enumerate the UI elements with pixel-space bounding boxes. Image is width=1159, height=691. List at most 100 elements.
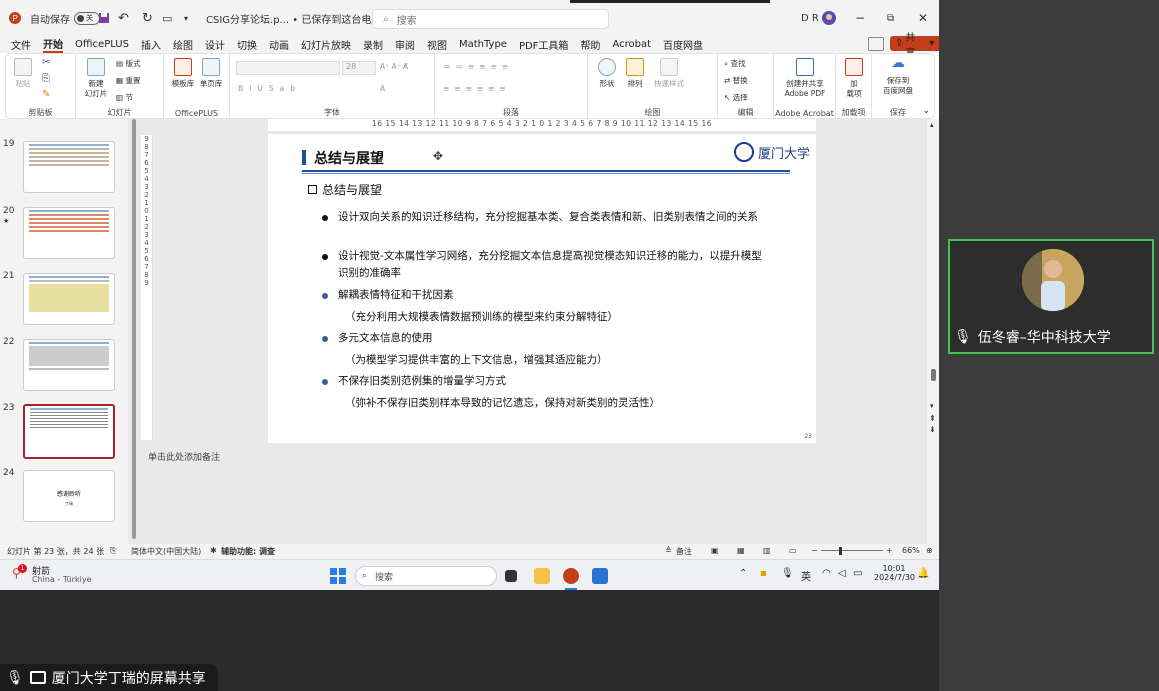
slide-thumb-20[interactable] <box>23 207 115 259</box>
save-icon[interactable] <box>98 0 110 36</box>
format-painter-icon[interactable]: ✎ <box>42 90 50 100</box>
tab-slideshow[interactable]: 幻灯片放映 <box>301 37 351 52</box>
tab-view[interactable]: 视图 <box>427 37 447 52</box>
editor-scrollbar[interactable]: ▴ ▾ ⇞ ⇟ <box>927 119 939 544</box>
single-page-library-button[interactable]: 单页库 <box>198 58 224 89</box>
slide-title[interactable]: 总结与展望 <box>314 148 384 168</box>
wifi-icon[interactable]: ◠ <box>822 568 831 579</box>
notes-toggle[interactable]: 备注 <box>676 546 692 557</box>
collapse-ribbon-icon[interactable]: ⌄ <box>922 106 930 116</box>
zoom-out-icon[interactable]: − <box>811 546 818 555</box>
volume-icon[interactable]: ◁ <box>838 568 846 579</box>
font-format-buttons[interactable]: BIUSab <box>238 84 301 94</box>
create-pdf-button[interactable]: 创建并共享 Adobe PDF <box>778 58 832 99</box>
list-buttons[interactable]: ≔≔≡≡≡≡ <box>443 62 513 72</box>
slide-subtitle[interactable]: 总结与展望 <box>308 181 382 198</box>
normal-view-icon[interactable]: ▣ <box>711 546 719 555</box>
reset-button[interactable]: ▦ 重置 <box>116 76 140 86</box>
file-explorer-icon[interactable] <box>534 568 550 584</box>
meeting-app-icon[interactable] <box>592 568 608 584</box>
accessibility-status[interactable]: 辅助功能: 调查 <box>221 546 275 557</box>
bullet-item[interactable]: 设计视觉-文本属性学习网络，充分挖掘文本信息提高视觉模态知识迁移的能力，以提升模… <box>322 248 762 282</box>
slide-thumb-19[interactable] <box>23 141 115 193</box>
spellcheck-icon[interactable]: ⎘ <box>110 546 116 556</box>
tab-transitions[interactable]: 切换 <box>237 37 257 52</box>
next-slide-icon[interactable]: ⇟ <box>929 425 936 434</box>
chevron-up-icon[interactable]: ⌃ <box>739 568 747 579</box>
task-view-icon[interactable] <box>505 570 517 582</box>
replace-button[interactable]: ⇄ 替换 <box>724 76 748 86</box>
quick-style-button[interactable]: 快速样式 <box>652 58 686 89</box>
grow-font-icon[interactable]: A⁺ A⁻ A̸ <box>380 62 408 72</box>
bullet-item[interactable]: 不保存旧类别范例集的增量学习方式 <box>322 373 762 390</box>
taskbar-search[interactable]: ⌕ 搜索 <box>355 566 497 586</box>
redo-icon[interactable]: ↻ <box>142 0 153 36</box>
prev-slide-icon[interactable]: ⇞ <box>929 414 936 423</box>
select-button[interactable]: ↖ 选择 <box>724 93 748 103</box>
clock[interactable]: 10:01 2024/7/30 <box>874 564 915 582</box>
reading-view-icon[interactable]: ▥ <box>763 546 771 555</box>
sorter-view-icon[interactable]: ▦ <box>737 546 745 555</box>
section-button[interactable]: ▥ 节 <box>116 93 133 103</box>
windows-start-icon[interactable] <box>330 568 346 584</box>
tab-pdf-toolbox[interactable]: PDF工具箱 <box>519 37 568 52</box>
bullet-item[interactable]: 多元文本信息的使用 <box>322 330 762 347</box>
align-buttons[interactable]: ≡≡≡≡≡≡ <box>443 84 511 94</box>
zoom-in-icon[interactable]: + <box>886 546 893 555</box>
tab-draw[interactable]: 绘图 <box>173 37 193 52</box>
minimize-icon[interactable]: − <box>855 0 865 36</box>
zoom-slider[interactable] <box>821 550 883 551</box>
tab-record[interactable]: 录制 <box>363 37 383 52</box>
zoom-level[interactable]: 66% <box>902 546 920 555</box>
share-button[interactable]: ⇪ 共享 ▾ <box>890 33 939 59</box>
slide-thumb-21[interactable] <box>23 273 115 325</box>
avatar[interactable] <box>822 0 836 36</box>
tab-acrobat[interactable]: Acrobat <box>612 39 651 50</box>
language-indicator[interactable]: 简体中文(中国大陆) <box>131 546 201 557</box>
font-color-icon[interactable]: A <box>380 84 385 94</box>
microphone-icon[interactable]: 🎙 <box>781 568 794 579</box>
notification-icon[interactable]: 🔔 <box>917 568 929 579</box>
tab-home[interactable]: 开始 <box>43 36 63 53</box>
restore-icon[interactable]: ⧉ <box>887 0 894 36</box>
slide-thumb-24[interactable]: 感谢聆听 丁瑞 <box>23 470 115 522</box>
tab-mathtype[interactable]: MathType <box>459 39 507 50</box>
arrange-button[interactable]: 排列 <box>622 58 648 89</box>
template-library-button[interactable]: 模板库 <box>170 58 196 89</box>
save-baidu-button[interactable]: ☁ 保存到 百度网盘 <box>876 56 920 96</box>
scroll-up-icon[interactable]: ▴ <box>930 121 934 129</box>
shape-button[interactable]: 形状 <box>594 58 620 89</box>
autosave-control[interactable]: 自动保存 关 <box>30 0 100 36</box>
close-icon[interactable]: ✕ <box>918 0 928 36</box>
new-slide-button[interactable]: 新建 幻灯片 <box>82 58 110 99</box>
tab-help[interactable]: 帮助 <box>580 37 600 52</box>
bullet-item[interactable]: 设计双向关系的知识迁移结构，充分挖掘基本类、复合类表情和新、旧类别表情之间的关系 <box>322 209 762 226</box>
search-input[interactable]: ⌕ 搜索 <box>372 9 609 29</box>
paste-button[interactable]: 粘贴 <box>12 58 34 89</box>
zoom-slider-thumb[interactable] <box>839 547 842 555</box>
slide-canvas[interactable]: 总结与展望 ✥ 厦门大学 总结与展望 设计双向关系的知识迁移结构，充分挖掘基本类… <box>268 134 816 443</box>
addins-button[interactable]: 加 载项 <box>842 58 866 99</box>
tray-app-icon[interactable]: ▪ <box>760 568 767 579</box>
thumbnail-scrollbar[interactable] <box>130 119 138 544</box>
customize-qat-icon[interactable]: ▾ <box>184 0 188 36</box>
notes-placeholder[interactable]: 单击此处添加备注 <box>148 450 220 463</box>
cut-icon[interactable]: ✂ <box>42 58 50 68</box>
document-title[interactable]: CSIG分享论坛.p... • 已保存到这台电脑 ⌄ <box>206 0 393 36</box>
comments-icon[interactable] <box>868 37 884 51</box>
present-icon[interactable]: ▭ <box>162 0 172 36</box>
layout-button[interactable]: ▤ 版式 <box>116 59 140 69</box>
slide-thumb-22[interactable] <box>23 339 115 391</box>
slide-thumb-23[interactable] <box>23 404 115 459</box>
fit-slide-icon[interactable]: ⊕ <box>926 546 933 555</box>
font-name-select[interactable] <box>236 61 340 75</box>
undo-icon[interactable]: ↶ <box>118 0 129 36</box>
autosave-toggle[interactable]: 关 <box>74 11 100 25</box>
powerpoint-taskbar-icon[interactable] <box>563 568 579 584</box>
find-button[interactable]: ⌕ 查找 <box>724 59 746 69</box>
user-initials[interactable]: D R <box>801 0 819 36</box>
speaker-video-tile[interactable]: 🎙 伍冬睿–华中科技大学 <box>948 239 1154 354</box>
font-size-select[interactable]: 28 <box>342 61 376 75</box>
bullet-item[interactable]: 解耦表情特征和干扰因素 <box>322 287 762 304</box>
scroll-down-icon[interactable]: ▾ <box>930 402 934 410</box>
